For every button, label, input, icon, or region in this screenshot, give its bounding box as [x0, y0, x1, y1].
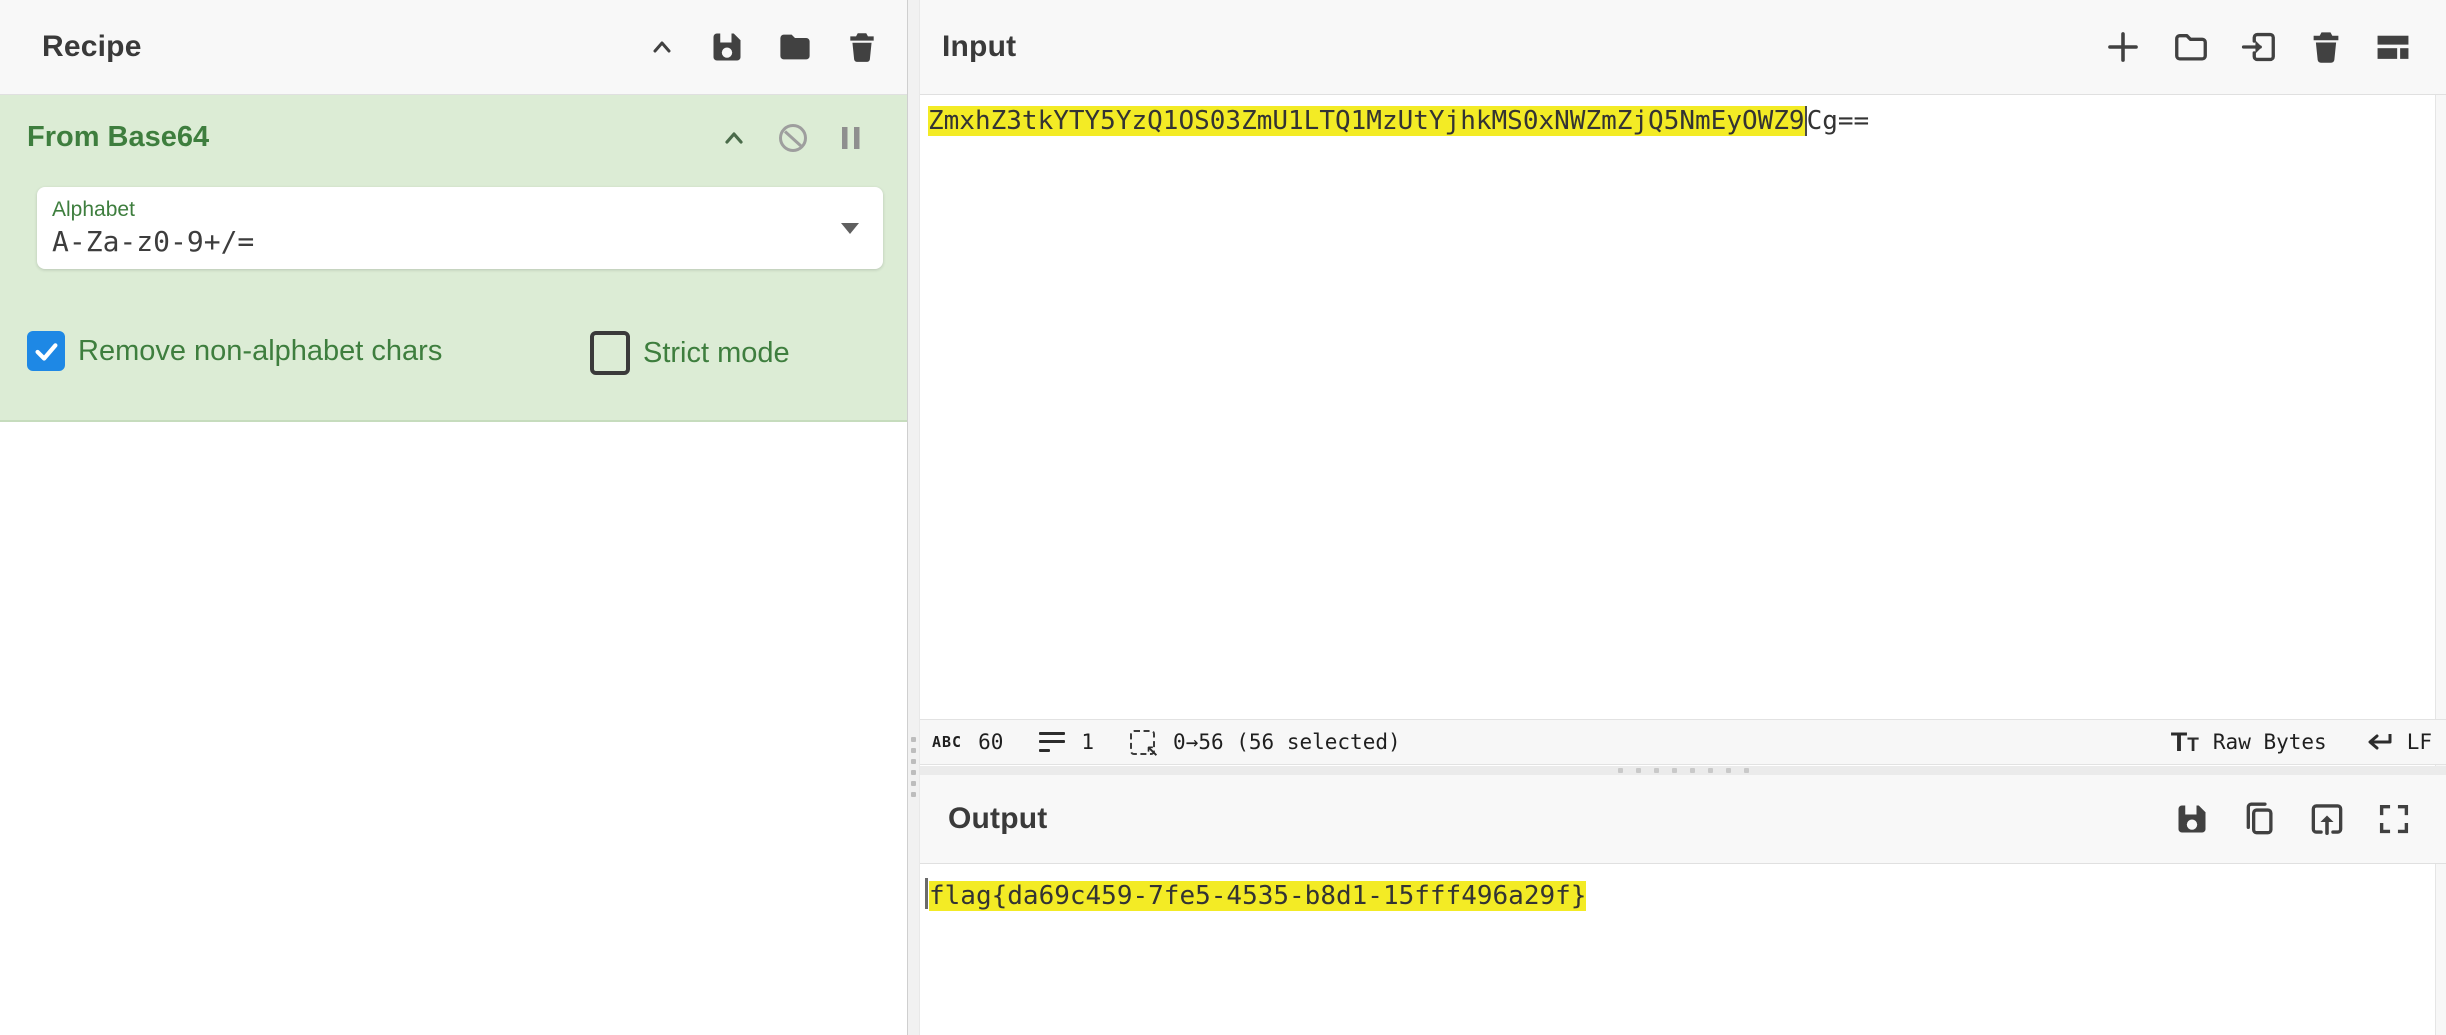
- open-output-in-tab-icon[interactable]: [2308, 800, 2346, 838]
- open-folder-icon[interactable]: [2172, 28, 2210, 66]
- line-ending-return-icon[interactable]: [2365, 729, 2395, 755]
- alphabet-label: Alphabet: [52, 198, 883, 222]
- selection-range: 0→56 (56 selected): [1173, 730, 1401, 754]
- output-editor[interactable]: flag{da69c459-7fe5-4535-b8d1-15fff496a29…: [920, 864, 2446, 1035]
- checkbox-label: Strict mode: [643, 337, 790, 370]
- breakpoint-pause-icon[interactable]: [837, 123, 865, 153]
- strict-mode-checkbox[interactable]: Strict mode: [590, 331, 790, 375]
- io-pane: ZmxhZ3tkYTY5YzQ1OS03ZmU1LTQ1MzUtYjhkMS0x…: [920, 0, 2446, 1035]
- line-count-value: 1: [1081, 730, 1094, 754]
- input-settings-layout-icon[interactable]: [2374, 28, 2412, 66]
- collapse-operation-chevron-up-icon[interactable]: [719, 123, 749, 153]
- output-text: flag{da69c459-7fe5-4535-b8d1-15fff496a29…: [929, 881, 1586, 911]
- recipe-pane: Recipe From Base64: [0, 0, 907, 1035]
- operation-title: From Base64: [27, 121, 209, 154]
- alphabet-value: A-Za-z0-9+/=: [52, 225, 883, 258]
- load-recipe-folder-icon[interactable]: [777, 29, 813, 65]
- alphabet-dropdown[interactable]: Alphabet A-Za-z0-9+/=: [37, 187, 883, 269]
- checkbox-unchecked-icon: [590, 331, 630, 375]
- editor-scrollbar[interactable]: [2435, 0, 2446, 1035]
- input-editor[interactable]: ZmxhZ3tkYTY5YzQ1OS03ZmU1LTQ1MzUtYjhkMS0x…: [920, 95, 2446, 719]
- operation-from-base64[interactable]: From Base64 Alphabet A-Za-z0-9+/=: [0, 95, 907, 422]
- character-count-abc-icon: ABC: [932, 733, 962, 751]
- checkbox-label: Remove non-alphabet chars: [78, 335, 442, 368]
- save-recipe-icon[interactable]: [709, 29, 745, 65]
- output-header: Output: [920, 775, 2446, 864]
- text-encoding-Tt-icon[interactable]: TT: [2171, 727, 2199, 758]
- output-header-icons: [2174, 800, 2446, 838]
- save-output-floppy-icon[interactable]: [2174, 801, 2210, 837]
- input-header-icons: [2104, 28, 2446, 66]
- selection-icon: ↖: [1130, 730, 1155, 755]
- cyberchef-app: Recipe From Base64: [0, 0, 2446, 1035]
- recipe-io-splitter[interactable]: [907, 0, 920, 1035]
- character-count-value: 60: [978, 730, 1003, 754]
- remove-non-alphabet-chars-checkbox[interactable]: Remove non-alphabet chars: [27, 331, 442, 371]
- splitter-grip-dots: [911, 737, 916, 797]
- input-status-bar: ABC 60 1 ↖ 0→56 (56 selected) TT Raw Byt…: [920, 719, 2446, 765]
- output-title: Output: [920, 802, 1048, 836]
- operation-icons: [719, 122, 865, 154]
- output-cursor: [925, 878, 928, 909]
- recipe-header-icons: [647, 29, 907, 65]
- open-file-import-icon[interactable]: [2240, 28, 2278, 66]
- recipe-header: Recipe: [0, 0, 907, 95]
- operation-header: From Base64: [0, 95, 907, 154]
- line-ending-selector[interactable]: LF: [2407, 730, 2432, 754]
- collapse-recipe-chevron-up-icon[interactable]: [647, 32, 677, 62]
- clear-io-trash-icon[interactable]: [2308, 29, 2344, 65]
- dropdown-caret-icon: [841, 223, 859, 234]
- status-bar-right: TT Raw Bytes LF: [2171, 727, 2432, 758]
- add-input-tab-plus-icon[interactable]: [2104, 28, 2142, 66]
- clear-recipe-trash-icon[interactable]: [845, 30, 879, 64]
- input-header: Input: [920, 0, 2446, 95]
- operation-checkbox-row: Remove non-alphabet chars Strict mode: [0, 331, 907, 373]
- input-tail-text: Cg==: [1807, 106, 1870, 136]
- input-output-splitter[interactable]: [920, 766, 2446, 775]
- encoding-selector[interactable]: Raw Bytes: [2213, 730, 2327, 754]
- copy-output-icon[interactable]: [2240, 800, 2278, 838]
- input-selected-text: ZmxhZ3tkYTY5YzQ1OS03ZmU1LTQ1MzUtYjhkMS0x…: [928, 106, 1807, 136]
- line-count-icon: [1039, 732, 1065, 752]
- checkbox-checked-icon: [27, 331, 65, 371]
- disable-operation-ban-icon[interactable]: [777, 122, 809, 154]
- recipe-title: Recipe: [42, 30, 142, 64]
- maximise-output-icon[interactable]: [2376, 801, 2412, 837]
- input-title: Input: [920, 30, 1016, 64]
